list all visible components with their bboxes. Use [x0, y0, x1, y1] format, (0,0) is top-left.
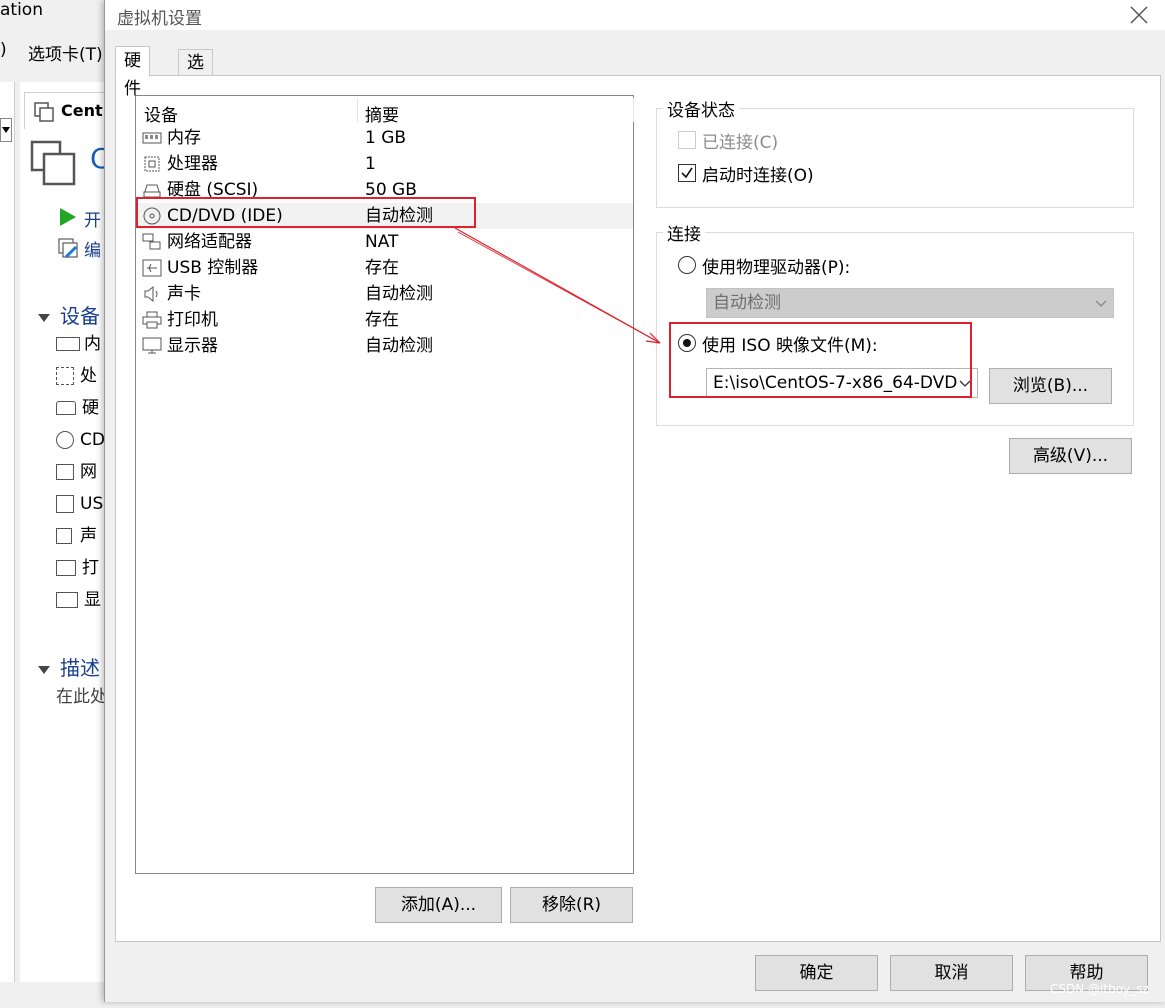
- tab-hardware[interactable]: 硬件: [115, 46, 150, 99]
- watermark: CSDN @itboy_sz: [1050, 982, 1149, 996]
- annotation-arrow: [454, 227, 661, 344]
